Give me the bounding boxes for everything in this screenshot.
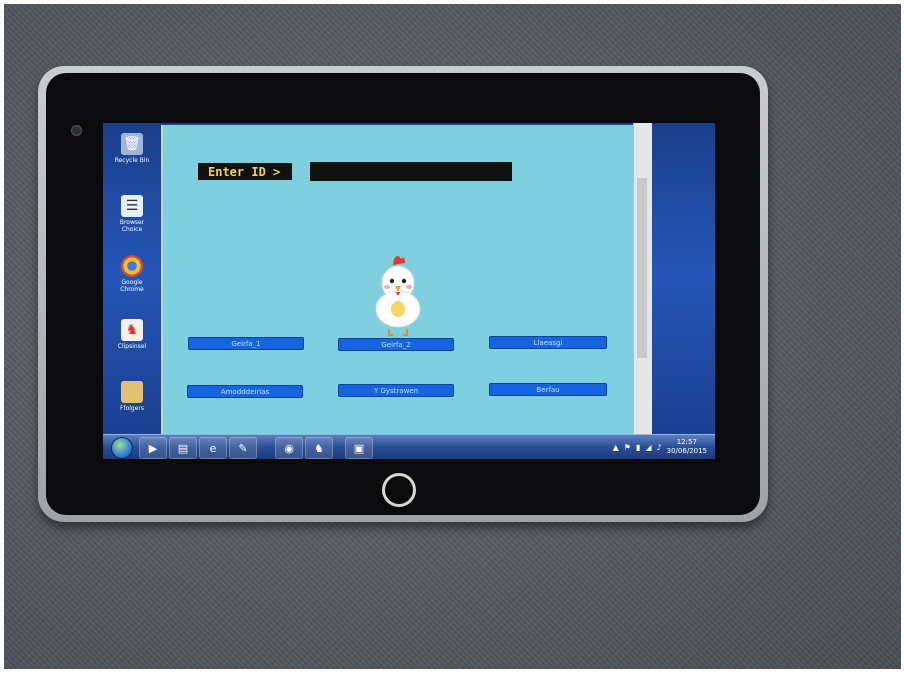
camera-icon — [71, 125, 82, 136]
paint-icon: ✎ — [238, 441, 248, 455]
clock[interactable]: 12:57 30/06/2015 — [667, 438, 707, 456]
y-gystrawen-button[interactable]: Y Gystrawen — [338, 384, 454, 397]
network-icon[interactable]: ◢ — [645, 443, 651, 452]
battery-icon[interactable]: ▮ — [636, 443, 640, 452]
flag-icon[interactable]: ⚑ — [624, 443, 631, 452]
geirfa-2-button[interactable]: Geirfa_2 — [338, 338, 454, 351]
enter-id-label: Enter ID > — [198, 163, 292, 180]
chrome-taskbar-button[interactable]: ◉ — [275, 437, 303, 459]
volume-icon[interactable]: ♪ — [657, 443, 662, 452]
start-button[interactable] — [111, 437, 133, 459]
chicken-mascot-icon — [375, 256, 421, 336]
tablet-screen: 🗑 Recycle Bin ☰ Browser Choice Google Ch… — [103, 123, 715, 459]
media-player-taskbar-button[interactable]: ▶ — [139, 437, 167, 459]
desktop-icon-clip[interactable]: ♞ Clipsinsel — [109, 319, 155, 350]
hp-logo — [382, 473, 416, 507]
tablet-bezel: 🗑 Recycle Bin ☰ Browser Choice Google Ch… — [46, 73, 760, 515]
monitor-icon: ▣ — [353, 441, 365, 455]
desktop-icon-recycle-bin[interactable]: 🗑 Recycle Bin — [109, 133, 155, 164]
app-window: Enter ID > Geirfa_1 Geirfa_2 Llaeasgi Am… — [161, 125, 637, 447]
media-player-icon: ▶ — [148, 441, 158, 455]
llaeasgi-button[interactable]: Llaeasgi — [489, 336, 607, 349]
geirfa-1-button[interactable]: Geirfa_1 — [188, 337, 304, 350]
amodddeirias-button[interactable]: Amodddeirias — [187, 385, 303, 398]
clock-time: 12:57 — [676, 438, 697, 446]
app-taskbar-button[interactable]: ♞ — [305, 437, 333, 459]
desktop-icon-chrome[interactable]: Google Chrome — [109, 255, 155, 293]
system-tray: ▲ ⚑ ▮ ◢ ♪ 12:57 30/06/2015 — [613, 437, 707, 457]
tablet-device: 🗑 Recycle Bin ☰ Browser Choice Google Ch… — [38, 66, 768, 522]
explorer-taskbar-button[interactable]: ▤ — [169, 437, 197, 459]
remote-taskbar-button[interactable]: ▣ — [345, 437, 373, 459]
clip-icon: ♞ — [314, 441, 324, 455]
show-hidden-icons-icon[interactable]: ▲ — [613, 443, 619, 452]
clock-date: 30/06/2015 — [666, 447, 707, 455]
taskbar: ▶ ▤ e ✎ ◉ ♞ ▣ ▲ ⚑ ▮ ◢ ♪ 12:57 30/06/2015 — [103, 434, 715, 459]
desktop-icon-folder[interactable]: Ffolgers — [109, 381, 155, 412]
folder-icon — [121, 381, 143, 403]
chrome-icon — [121, 255, 143, 277]
folder-icon: ▤ — [177, 441, 189, 455]
scrollbar-thumb[interactable] — [637, 178, 647, 358]
browser-choice-icon: ☰ — [121, 195, 143, 217]
app-scrollbar[interactable] — [633, 123, 652, 443]
desktop-icon-browser-choice[interactable]: ☰ Browser Choice — [109, 195, 155, 233]
recycle-bin-icon: 🗑 — [121, 133, 143, 155]
paint-taskbar-button[interactable]: ✎ — [229, 437, 257, 459]
ie-taskbar-button[interactable]: e — [199, 437, 227, 459]
berfau-button[interactable]: Berfau — [489, 383, 607, 396]
id-input[interactable] — [310, 162, 512, 181]
clip-icon: ♞ — [121, 319, 143, 341]
internet-explorer-icon: e — [209, 441, 217, 455]
chrome-icon: ◉ — [284, 441, 294, 455]
